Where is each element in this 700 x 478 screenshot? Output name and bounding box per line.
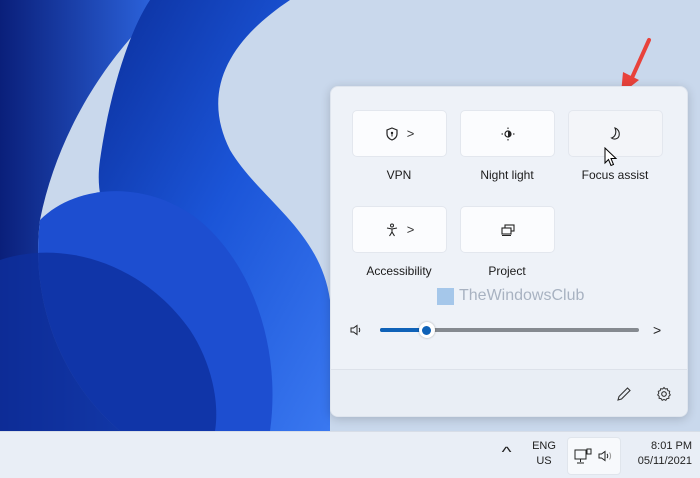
night-light-label: Night light <box>480 168 534 182</box>
project-tile[interactable] <box>460 206 555 253</box>
project-icon <box>500 223 515 236</box>
audio-output-chevron-icon[interactable]: > <box>653 322 661 338</box>
quick-settings-panel: > VPN Night light Focus assist > Accessi… <box>330 86 688 417</box>
shield-icon <box>386 126 398 141</box>
settings-gear-icon[interactable] <box>656 386 672 402</box>
chevron-right-icon[interactable]: > <box>407 126 415 141</box>
network-volume-button[interactable] <box>567 437 621 475</box>
volume-slider[interactable] <box>380 322 639 338</box>
edit-pencil-icon[interactable] <box>616 386 632 402</box>
accessibility-tile[interactable]: > <box>352 206 447 253</box>
accessibility-icon <box>386 223 397 236</box>
region-code: US <box>536 455 552 467</box>
show-hidden-icons-button[interactable]: ^ <box>502 444 512 461</box>
speaker-icon[interactable] <box>350 324 362 336</box>
watermark-text: TheWindowsClub <box>459 287 585 304</box>
clock-date: 05/11/2021 <box>637 455 692 467</box>
volume-slider-thumb[interactable] <box>418 322 435 338</box>
brightness-icon <box>501 127 514 140</box>
chevron-right-icon[interactable]: > <box>407 222 415 237</box>
volume-icon <box>598 450 612 462</box>
night-light-tile[interactable] <box>460 110 555 157</box>
focus-assist-label: Focus assist <box>581 168 649 182</box>
language-code: ENG <box>532 440 556 452</box>
watermark: TheWindowsClub <box>437 287 584 305</box>
vpn-tile[interactable]: > <box>352 110 447 157</box>
clock-time: 8:01 PM <box>651 440 692 452</box>
project-label: Project <box>488 264 526 278</box>
moon-icon <box>609 126 620 140</box>
mouse-cursor-icon <box>604 147 618 167</box>
language-indicator[interactable]: ENG US <box>527 440 561 467</box>
accessibility-label: Accessibility <box>366 264 432 278</box>
watermark-logo-icon <box>437 287 454 305</box>
vpn-label: VPN <box>386 168 412 182</box>
network-ethernet-icon <box>574 448 592 464</box>
clock[interactable]: 8:01 PM 05/11/2021 <box>628 440 692 467</box>
quick-settings-footer <box>331 369 687 416</box>
taskbar: ^ ENG US 8:01 PM 05/11/2021 <box>0 431 700 478</box>
